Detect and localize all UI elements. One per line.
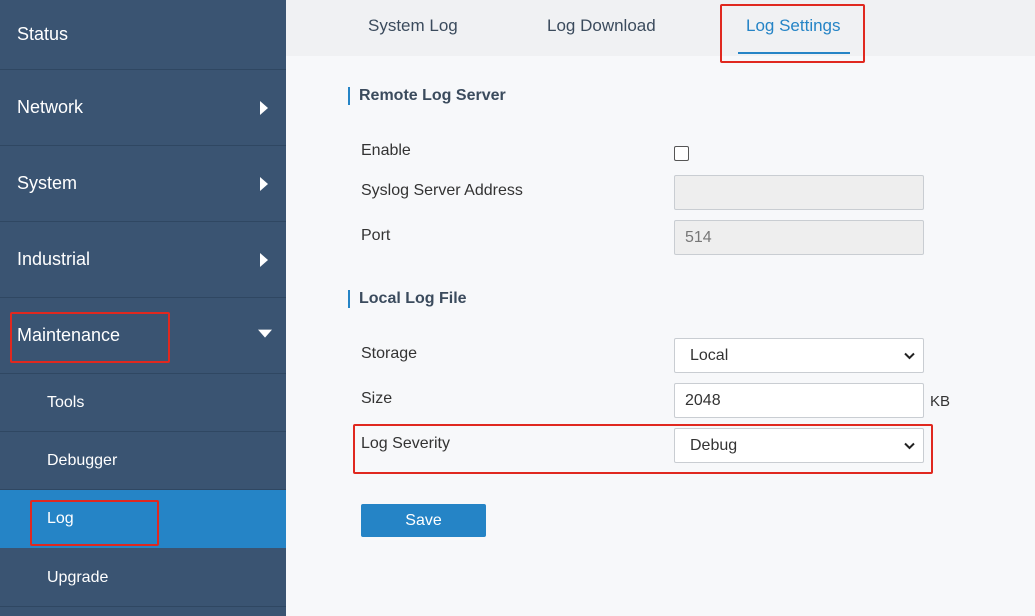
- nav-system[interactable]: System: [0, 146, 286, 222]
- enable-label: Enable: [361, 142, 411, 159]
- log-severity-label: Log Severity: [361, 435, 450, 452]
- nav-log[interactable]: Log: [0, 490, 286, 548]
- nav-industrial[interactable]: Industrial: [0, 222, 286, 298]
- log-severity-selected-value: Debug: [690, 436, 738, 454]
- chevron-down-icon: [904, 442, 915, 450]
- nav-network-label: Network: [17, 97, 84, 117]
- storage-selected-value: Local: [690, 346, 729, 364]
- syslog-server-address-input[interactable]: [674, 175, 924, 210]
- sidebar: Status Network System Industrial Mainten…: [0, 0, 286, 616]
- syslog-server-address-label: Syslog Server Address: [361, 182, 523, 199]
- tab-log-settings[interactable]: Log Settings: [746, 16, 841, 36]
- size-input[interactable]: 2048: [674, 383, 924, 418]
- nav-status[interactable]: Status: [0, 0, 286, 70]
- nav-status-label: Status: [17, 24, 69, 44]
- nav-maintenance-label: Maintenance: [17, 325, 121, 345]
- nav-system-label: System: [17, 173, 78, 193]
- nav-maintenance[interactable]: Maintenance: [0, 298, 286, 374]
- storage-label: Storage: [361, 345, 418, 362]
- nav-debugger[interactable]: Debugger: [0, 432, 286, 490]
- nav-upgrade-label: Upgrade: [47, 568, 109, 586]
- nav-tools-label: Tools: [47, 393, 85, 411]
- log-severity-select[interactable]: Debug: [674, 428, 924, 463]
- tab-system-log[interactable]: System Log: [368, 16, 458, 36]
- local-log-file-heading: Local Log File: [348, 290, 467, 308]
- nav-upgrade[interactable]: Upgrade: [0, 549, 286, 607]
- nav-tools[interactable]: Tools: [0, 374, 286, 432]
- port-input[interactable]: 514: [674, 220, 924, 255]
- chevron-right-icon: [260, 100, 268, 115]
- nav-network[interactable]: Network: [0, 70, 286, 146]
- nav-industrial-label: Industrial: [17, 249, 91, 269]
- save-button[interactable]: Save: [361, 504, 486, 537]
- log-settings-panel: Remote Log Server Enable Syslog Server A…: [286, 56, 1035, 616]
- nav-debugger-label: Debugger: [47, 451, 118, 469]
- chevron-down-icon: [258, 329, 272, 338]
- remote-log-server-heading: Remote Log Server: [348, 87, 506, 105]
- active-tab-indicator: [738, 52, 850, 54]
- chevron-right-icon: [260, 252, 268, 267]
- enable-checkbox[interactable]: [674, 146, 689, 161]
- size-unit: KB: [930, 393, 951, 410]
- tab-log-download[interactable]: Log Download: [547, 16, 656, 36]
- storage-select[interactable]: Local: [674, 338, 924, 373]
- tab-bar: System Log Log Download Log Settings: [286, 0, 1035, 56]
- chevron-down-icon: [904, 352, 915, 360]
- size-label: Size: [361, 390, 393, 407]
- port-label: Port: [361, 227, 391, 244]
- nav-log-label: Log: [47, 509, 74, 527]
- chevron-right-icon: [260, 176, 268, 191]
